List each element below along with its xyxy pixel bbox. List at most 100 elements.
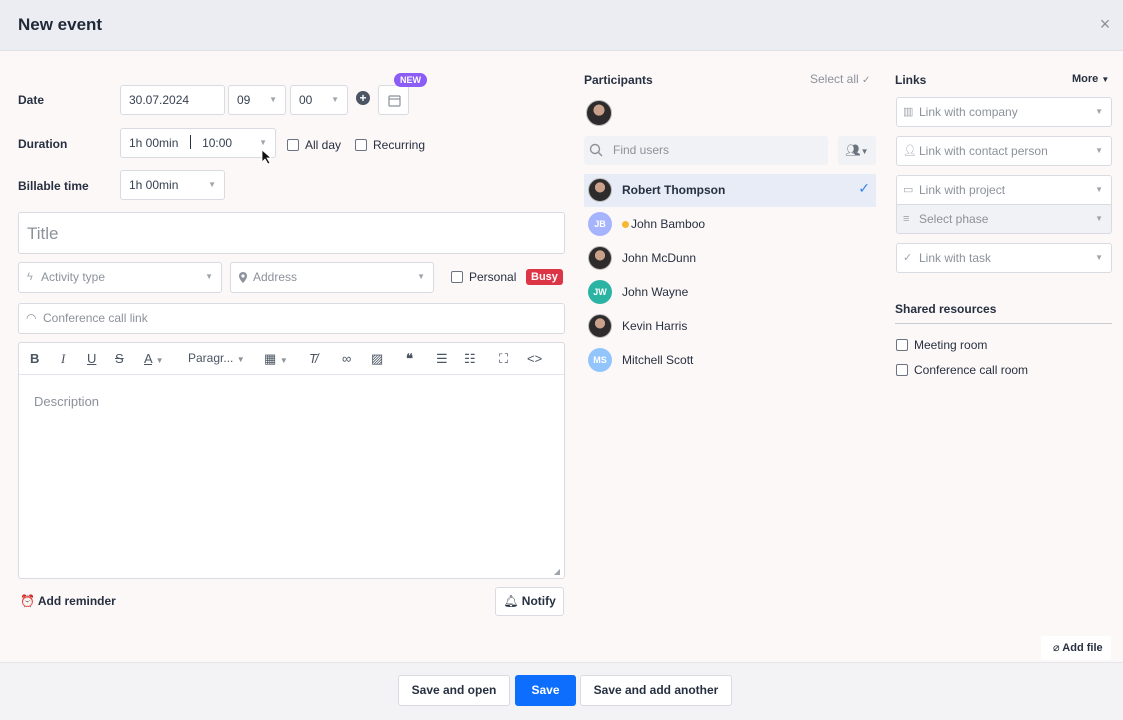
- avatar: JW: [588, 280, 612, 304]
- address-select[interactable]: Address ▼: [230, 262, 434, 293]
- chevron-down-icon: ▼: [1101, 75, 1110, 84]
- fullscreen-icon[interactable]: ⛶: [499, 351, 508, 367]
- underline-icon[interactable]: U: [87, 351, 96, 366]
- status-dot: [622, 221, 629, 228]
- title-input[interactable]: Title: [18, 212, 565, 254]
- description-placeholder: Description: [34, 394, 100, 409]
- recurring-checkbox[interactable]: Recurring: [355, 138, 425, 152]
- table-icon[interactable]: ▦ ▼: [264, 351, 288, 367]
- link-task-select[interactable]: ✓ Link with task ▼: [896, 243, 1112, 273]
- conference-room-checkbox[interactable]: Conference call room: [896, 363, 1028, 377]
- participant-name: John Bamboo: [631, 217, 706, 231]
- more-button[interactable]: More ▼: [1072, 73, 1109, 85]
- chevron-down-icon: ▼: [208, 180, 216, 189]
- hour-select[interactable]: 09 ▼: [228, 85, 286, 115]
- quote-icon[interactable]: ❝: [406, 351, 413, 367]
- billable-select[interactable]: 1h 00min ▼: [120, 170, 225, 200]
- notify-label: Notify: [521, 594, 556, 608]
- billable-label: Billable time: [18, 179, 89, 193]
- participant-row[interactable]: JW John Wayne: [584, 276, 876, 309]
- bullet-list-icon[interactable]: ☰: [436, 351, 448, 367]
- link-task-label: Link with task: [919, 251, 992, 265]
- description-editor[interactable]: Description ◢: [18, 342, 565, 579]
- user-group-filter[interactable]: 👥︎▼: [838, 136, 876, 165]
- title-placeholder: Title: [27, 224, 59, 243]
- find-users-input[interactable]: Find users: [584, 136, 828, 165]
- personal-checkbox[interactable]: Personal: [451, 270, 516, 284]
- strikethrough-icon[interactable]: S: [115, 351, 124, 366]
- calendar-sync-button[interactable]: [378, 85, 409, 115]
- dialog-header: New event ×: [0, 0, 1123, 51]
- participant-name: John McDunn: [622, 251, 697, 265]
- check-icon: ✓: [903, 252, 913, 264]
- search-icon: [589, 143, 603, 157]
- add-file-button[interactable]: ⌀ Add file: [1041, 636, 1111, 660]
- numbered-list-icon[interactable]: ☷: [464, 351, 476, 367]
- avatar: [588, 314, 612, 338]
- paperclip-icon: ⌀: [1053, 642, 1060, 654]
- participant-row[interactable]: John McDunn: [584, 242, 876, 275]
- users-icon: 👥︎: [845, 143, 861, 157]
- avatar: [588, 178, 612, 202]
- link-company-select[interactable]: ▥ Link with company ▼: [896, 97, 1112, 127]
- code-icon[interactable]: <>: [527, 351, 542, 366]
- chevron-down-icon: ▼: [1095, 146, 1103, 155]
- select-all-label: Select all: [810, 72, 859, 86]
- hour-value: 09: [237, 93, 251, 107]
- select-phase-select[interactable]: ≡ Select phase ▼: [896, 204, 1112, 234]
- chevron-down-icon: ▼: [1095, 107, 1103, 116]
- duration-select[interactable]: 1h 00min 10:00 ▼: [120, 128, 276, 158]
- close-icon[interactable]: ×: [1097, 15, 1113, 33]
- image-icon[interactable]: ▨: [371, 351, 383, 367]
- link-contact-select[interactable]: 👤︎ Link with contact person ▼: [896, 136, 1112, 166]
- owner-avatar: [586, 100, 612, 126]
- chevron-down-icon: ▼: [1095, 253, 1103, 262]
- recurring-label: Recurring: [373, 138, 426, 152]
- save-and-add-another-button[interactable]: Save and add another: [580, 675, 732, 706]
- new-badge: NEW: [394, 73, 427, 87]
- date-input[interactable]: 30.07.2024: [120, 85, 225, 115]
- paragraph-select[interactable]: Paragr... ▼: [188, 351, 245, 365]
- resize-handle-icon[interactable]: ◢: [554, 567, 560, 576]
- link-project-select[interactable]: ▭ Link with project ▼: [896, 175, 1112, 205]
- participant-name: Robert Thompson: [622, 183, 726, 197]
- conference-link-input[interactable]: ◠ Conference call link: [18, 303, 565, 334]
- participant-name: Mitchell Scott: [622, 353, 694, 367]
- minute-select[interactable]: 00 ▼: [290, 85, 348, 115]
- participant-row[interactable]: Robert Thompson ✓: [584, 174, 876, 207]
- briefcase-icon: ▭: [903, 184, 914, 196]
- link-company-label: Link with company: [919, 105, 1018, 119]
- bold-icon[interactable]: B: [30, 351, 39, 366]
- duration-label: Duration: [18, 137, 68, 151]
- text-color-icon[interactable]: A ▼: [144, 351, 164, 366]
- paragraph-label: Paragr...: [188, 351, 234, 365]
- clear-format-icon[interactable]: T̸: [309, 351, 317, 366]
- minute-value: 00: [299, 93, 313, 107]
- more-label: More: [1072, 73, 1099, 85]
- chevron-down-icon: ▼: [269, 95, 277, 104]
- add-time-icon[interactable]: +: [356, 91, 370, 105]
- activity-type-select[interactable]: ϟ Activity type ▼: [18, 262, 222, 293]
- notify-button[interactable]: 🔔︎ Notify: [495, 587, 564, 616]
- save-button[interactable]: Save: [515, 675, 576, 706]
- chevron-down-icon: ▼: [1095, 214, 1103, 223]
- duration-end-value: 10:00: [202, 136, 233, 150]
- italic-icon[interactable]: I: [61, 351, 65, 367]
- conference-room-label: Conference call room: [914, 363, 1029, 377]
- meeting-room-checkbox[interactable]: Meeting room: [896, 338, 987, 352]
- participant-row[interactable]: JB John Bamboo: [584, 208, 876, 241]
- participant-row[interactable]: Kevin Harris: [584, 310, 876, 343]
- duration-value: 1h 00min: [129, 136, 179, 150]
- avatar: JB: [588, 212, 612, 236]
- busy-badge[interactable]: Busy: [526, 269, 563, 285]
- participant-row[interactable]: MS Mitchell Scott: [584, 344, 876, 377]
- links-heading: Links: [895, 73, 927, 87]
- add-reminder-button[interactable]: ⏰ Add reminder: [20, 594, 116, 608]
- select-all-button[interactable]: Select all ✓: [810, 72, 870, 86]
- add-file-label: Add file: [1062, 642, 1103, 654]
- all-day-checkbox[interactable]: All day: [287, 138, 341, 152]
- conference-placeholder: Conference call link: [43, 311, 148, 325]
- check-icon: ✓: [858, 180, 870, 196]
- save-and-open-button[interactable]: Save and open: [398, 675, 510, 706]
- link-icon[interactable]: ∞: [342, 351, 351, 366]
